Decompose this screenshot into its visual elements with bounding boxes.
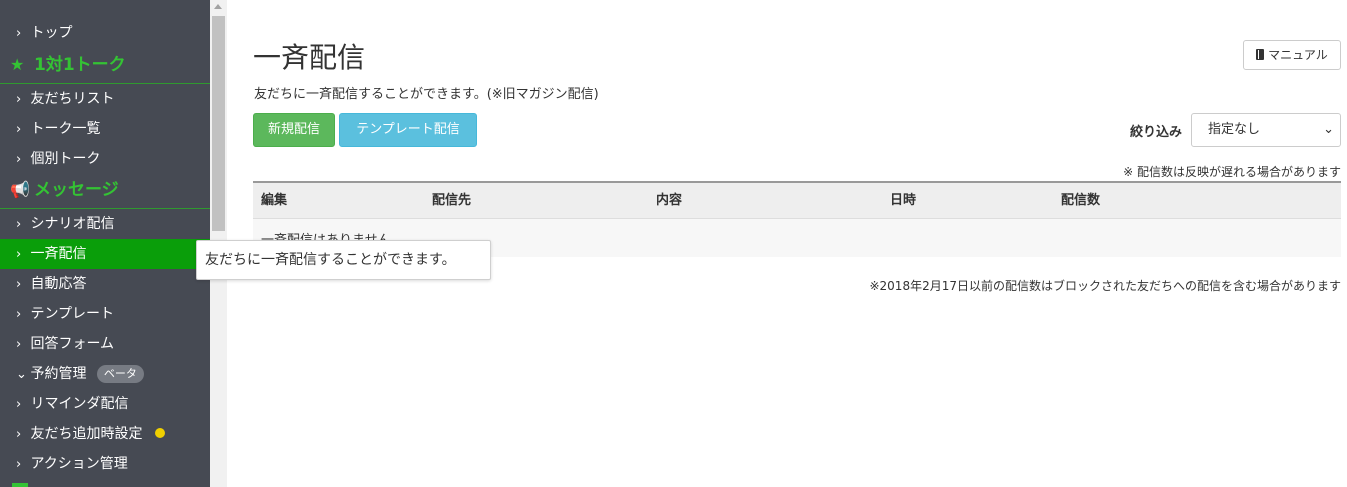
sidebar-item-answer-form[interactable]: › 回答フォーム xyxy=(0,329,210,359)
footnote: ※2018年2月17日以前の配信数はブロックされた友だちへの配信を含む場合があり… xyxy=(869,279,1341,293)
section-icon-partial xyxy=(12,483,28,487)
section-label: 1対1トーク xyxy=(34,55,126,75)
new-broadcast-button[interactable]: 新規配信 xyxy=(253,113,335,147)
sidebar-item-label: 自動応答 xyxy=(30,276,87,292)
sidebar-item-label: トーク一覧 xyxy=(30,121,101,137)
chevron-down-icon: ⌄ xyxy=(1323,122,1334,137)
sidebar-item-talk-list[interactable]: › トーク一覧 xyxy=(0,114,210,144)
sidebar-item-reservation[interactable]: ⌄ 予約管理 ベータ xyxy=(0,359,210,389)
delay-note: ※ 配信数は反映が遅れる場合があります xyxy=(1123,165,1341,179)
column-header-count[interactable]: 配信数 xyxy=(1061,183,1100,219)
column-header-edit[interactable]: 編集 xyxy=(261,183,287,219)
chevron-right-icon: › xyxy=(16,277,22,292)
chevron-right-icon: › xyxy=(16,26,22,41)
filter-select-value: 指定なし xyxy=(1208,122,1261,137)
sidebar-item-template[interactable]: › テンプレート xyxy=(0,299,210,329)
chevron-right-icon: › xyxy=(16,457,22,472)
sidebar-item-friend-add-settings[interactable]: › 友だち追加時設定 xyxy=(0,419,210,449)
sidebar-item-individual-talk[interactable]: › 個別トーク xyxy=(0,144,210,174)
chevron-right-icon: › xyxy=(16,307,22,322)
chevron-right-icon: › xyxy=(16,397,22,412)
sidebar-item-label: 友だちリスト xyxy=(30,91,115,107)
column-header-destination[interactable]: 配信先 xyxy=(432,183,471,219)
sidebar-item-label: リマインダ配信 xyxy=(30,396,129,412)
table-header: 編集 配信先 内容 日時 配信数 xyxy=(253,181,1341,219)
filter-label: 絞り込み xyxy=(1130,125,1183,140)
sidebar-item-label: 個別トーク xyxy=(30,151,101,167)
section-header-message: 📢 メッセージ xyxy=(0,171,210,209)
book-icon xyxy=(1256,49,1265,60)
scroll-up-arrow-icon[interactable] xyxy=(214,4,222,9)
sidebar-item-reminder[interactable]: › リマインダ配信 xyxy=(0,389,210,419)
sidebar-item-scenario[interactable]: › シナリオ配信 xyxy=(0,209,210,239)
section-header-talk: ★ 1対1トーク xyxy=(0,46,210,84)
sidebar-item-friends-list[interactable]: › 友だちリスト xyxy=(0,84,210,114)
chevron-right-icon: › xyxy=(16,122,22,137)
sidebar: › トップ ★ 1対1トーク › 友だちリスト › トーク一覧 › 個別トーク 📢… xyxy=(0,0,210,487)
chevron-right-icon: › xyxy=(16,217,22,232)
sidebar-item-label: トップ xyxy=(30,25,73,41)
page-title: 一斉配信 xyxy=(253,41,366,74)
chevron-right-icon: › xyxy=(16,427,22,442)
sidebar-item-label: シナリオ配信 xyxy=(30,216,115,232)
sidebar-item-label: 友だち追加時設定 xyxy=(30,426,143,442)
sidebar-item-auto-reply[interactable]: › 自動応答 xyxy=(0,269,210,299)
sidebar-item-label: 一斉配信 xyxy=(30,246,87,262)
sidebar-item-label: テンプレート xyxy=(30,306,115,322)
sidebar-item-label: 回答フォーム xyxy=(30,336,115,352)
tooltip: 友だちに一斉配信することができます。 xyxy=(196,240,491,280)
notification-dot xyxy=(154,428,165,438)
sidebar-item-broadcast[interactable]: › 一斉配信 xyxy=(0,239,210,269)
chevron-down-icon: ⌄ xyxy=(16,367,27,382)
sidebar-item-top[interactable]: › トップ xyxy=(0,18,210,48)
sidebar-item-label: アクション管理 xyxy=(30,456,128,472)
chevron-right-icon: › xyxy=(16,92,22,107)
manual-button[interactable]: マニュアル xyxy=(1243,40,1341,70)
sidebar-scrollbar-thumb[interactable] xyxy=(212,16,225,231)
chevron-right-icon: › xyxy=(16,247,22,262)
chevron-right-icon: › xyxy=(16,337,22,352)
page-description: 友だちに一斉配信することができます。(※旧マガジン配信) xyxy=(254,87,599,102)
megaphone-icon: 📢 xyxy=(10,180,30,199)
manual-button-label: マニュアル xyxy=(1268,48,1328,62)
column-header-content[interactable]: 内容 xyxy=(656,183,682,219)
column-header-datetime[interactable]: 日時 xyxy=(890,183,916,219)
star-icon: ★ xyxy=(10,55,25,74)
beta-badge: ベータ xyxy=(96,365,144,383)
section-label: メッセージ xyxy=(34,180,119,200)
sidebar-item-label: 予約管理 xyxy=(30,366,87,382)
filter-select[interactable]: 指定なし ⌄ xyxy=(1191,113,1341,147)
template-broadcast-button[interactable]: テンプレート配信 xyxy=(339,113,477,147)
sidebar-item-action-management[interactable]: › アクション管理 xyxy=(0,449,210,479)
